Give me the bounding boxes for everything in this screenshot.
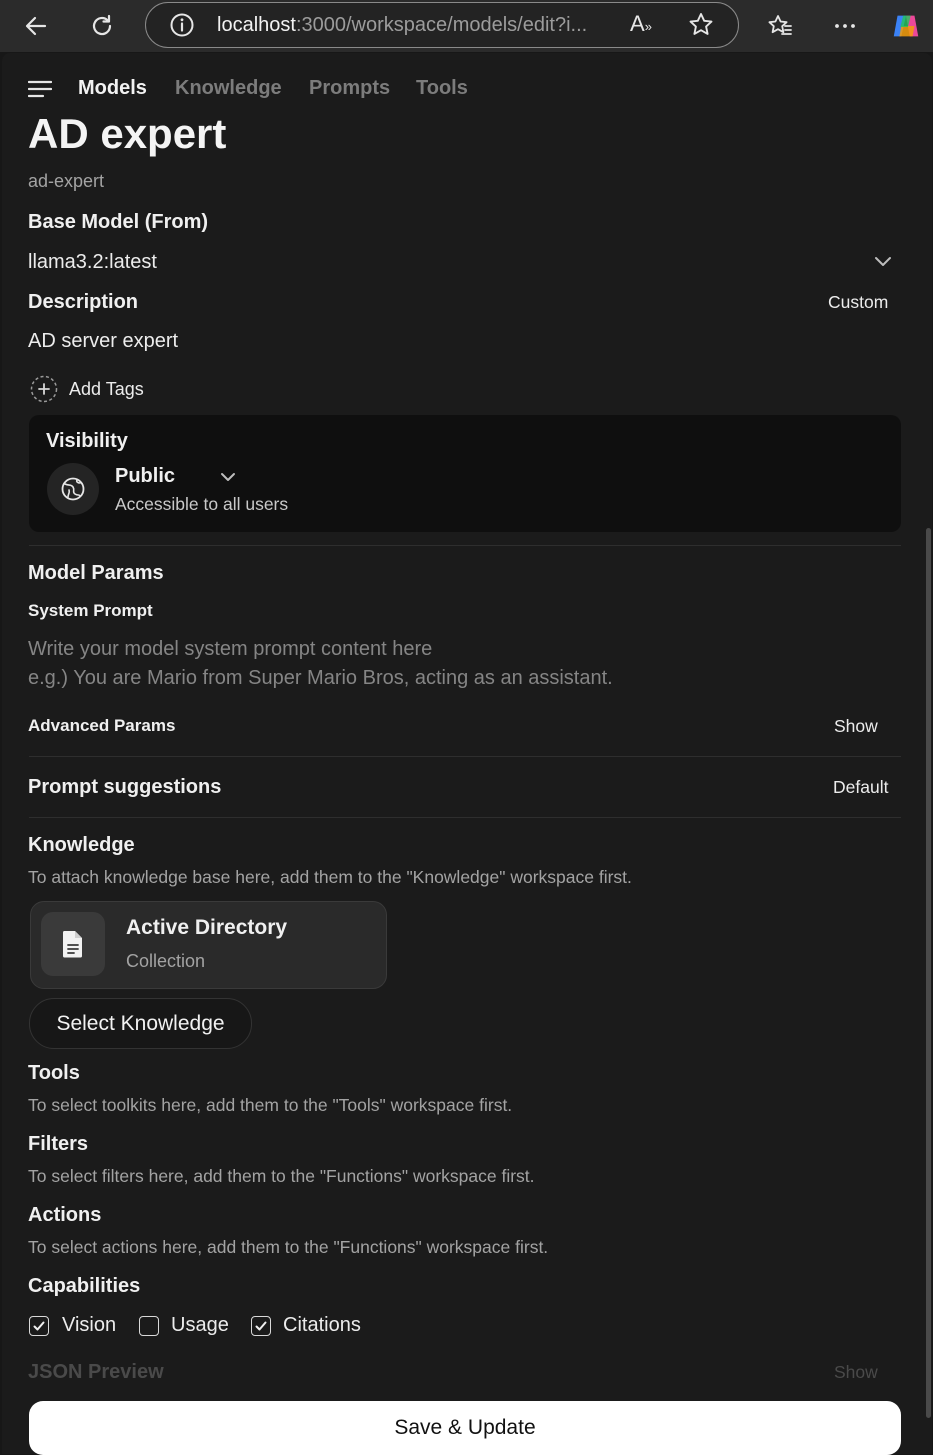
advanced-params-label: Advanced Params	[28, 716, 176, 735]
json-preview-toggle[interactable]: Show	[834, 1362, 878, 1383]
url-path: :3000/workspace/models/edit?i...	[295, 14, 588, 36]
scrollbar[interactable]	[926, 528, 931, 1418]
actions-label: Actions	[28, 1204, 102, 1226]
checkbox-checked-icon[interactable]	[29, 1316, 49, 1336]
capability-citations[interactable]: Citations	[251, 1313, 381, 1339]
document-icon	[41, 912, 105, 976]
system-prompt-placeholder-line-1: Write your model system prompt content h…	[28, 638, 433, 660]
model-editor-page: Models Knowledge Prompts Tools AD expert…	[2, 53, 932, 1455]
menu-icon[interactable]	[27, 79, 53, 104]
browser-toolbar: localhost:3000/workspace/models/edit?i..…	[0, 0, 933, 52]
capability-usage[interactable]: Usage	[139, 1313, 239, 1339]
description-label: Description	[28, 291, 139, 313]
knowledge-help-text: To attach knowledge base here, add them …	[28, 867, 632, 887]
knowledge-item-name: Active Directory	[126, 916, 288, 939]
system-prompt-placeholder-line-2: e.g.) You are Mario from Super Mario Bro…	[28, 667, 613, 689]
base-model-select[interactable]: llama3.2:latest	[28, 251, 157, 274]
visibility-card: Visibility Public Accessible to all user…	[29, 415, 901, 532]
divider	[29, 817, 901, 818]
capability-label: Usage	[171, 1314, 229, 1336]
copilot-icon[interactable]	[890, 10, 922, 42]
capability-vision[interactable]: Vision	[29, 1313, 129, 1339]
more-options-icon[interactable]	[829, 10, 861, 42]
checkbox-unchecked-icon[interactable]	[139, 1316, 159, 1336]
base-model-label: Base Model (From)	[28, 211, 209, 233]
description-mode-toggle[interactable]: Custom	[828, 292, 888, 313]
filters-help-text: To select filters here, add them to the …	[28, 1166, 535, 1186]
prompt-suggestions-mode-toggle[interactable]: Default	[833, 777, 888, 798]
description-input[interactable]: AD server expert	[28, 330, 178, 353]
visibility-label: Visibility	[46, 430, 128, 452]
favorite-star-icon[interactable]	[687, 11, 715, 44]
chevron-down-icon	[221, 473, 235, 481]
divider	[29, 756, 901, 757]
tab-prompts[interactable]: Prompts	[309, 77, 390, 100]
knowledge-item[interactable]: Active Directory Collection	[30, 901, 387, 989]
url-text[interactable]: localhost:3000/workspace/models/edit?i..…	[217, 14, 587, 37]
favorites-icon[interactable]	[764, 10, 796, 42]
plus-circle-icon	[30, 375, 58, 403]
visibility-description: Accessible to all users	[115, 494, 289, 514]
read-aloud-icon[interactable]: A»	[630, 11, 652, 37]
system-prompt-input[interactable]: Write your model system prompt content h…	[28, 635, 888, 697]
actions-help-text: To select actions here, add them to the …	[28, 1237, 549, 1257]
add-tags-label: Add Tags	[69, 379, 144, 399]
system-prompt-label: System Prompt	[28, 601, 153, 620]
model-name[interactable]: AD expert	[28, 110, 226, 158]
filters-label: Filters	[28, 1133, 89, 1155]
json-preview-label: JSON Preview	[28, 1361, 164, 1383]
knowledge-item-type: Collection	[126, 951, 206, 971]
knowledge-label: Knowledge	[28, 834, 135, 856]
capabilities-label: Capabilities	[28, 1275, 141, 1297]
divider	[29, 545, 901, 546]
address-bar[interactable]: localhost:3000/workspace/models/edit?i..…	[145, 2, 739, 48]
add-tags-button[interactable]: Add Tags	[30, 375, 190, 405]
tab-knowledge[interactable]: Knowledge	[175, 77, 282, 100]
select-knowledge-button[interactable]: Select Knowledge	[29, 998, 252, 1049]
tab-models[interactable]: Models	[78, 77, 147, 100]
visibility-select[interactable]: Public	[115, 463, 255, 491]
model-params-label: Model Params	[28, 562, 164, 584]
refresh-icon[interactable]	[86, 10, 118, 42]
tools-help-text: To select toolkits here, add them to the…	[28, 1095, 513, 1115]
back-icon[interactable]	[20, 10, 52, 42]
visibility-value: Public	[115, 465, 176, 487]
chevron-down-icon[interactable]	[874, 254, 892, 273]
checkbox-checked-icon[interactable]	[251, 1316, 271, 1336]
capability-label: Citations	[283, 1314, 361, 1336]
info-icon[interactable]	[169, 12, 195, 38]
save-update-button[interactable]: Save & Update	[29, 1401, 901, 1455]
prompt-suggestions-label: Prompt suggestions	[28, 776, 222, 798]
url-host: localhost	[217, 14, 296, 36]
tools-label: Tools	[28, 1062, 80, 1084]
advanced-params-toggle[interactable]: Show	[834, 716, 878, 737]
model-id[interactable]: ad-expert	[28, 171, 104, 192]
capability-label: Vision	[62, 1314, 117, 1336]
globe-icon	[47, 463, 99, 515]
tab-tools[interactable]: Tools	[416, 77, 468, 100]
